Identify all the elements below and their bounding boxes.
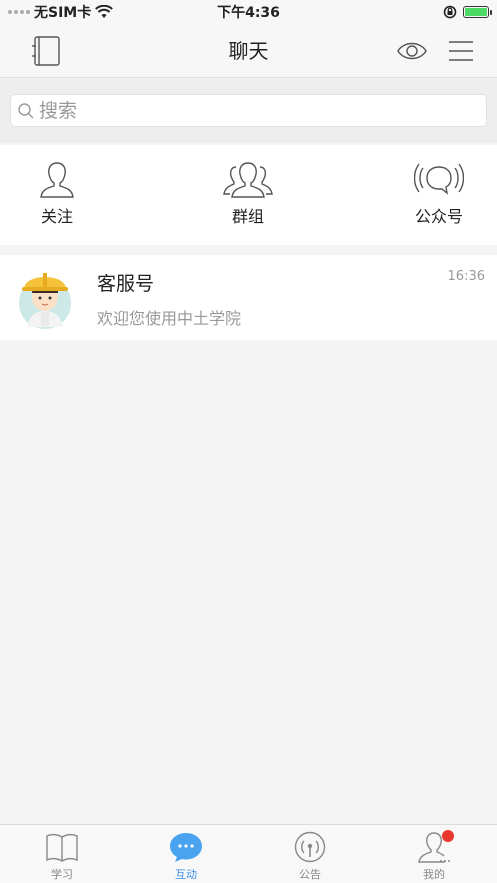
search-bar xyxy=(0,79,497,143)
chat-bubble-icon xyxy=(170,833,202,862)
notification-badge xyxy=(442,830,454,842)
official-accounts-button[interactable]: 公众号 xyxy=(394,159,484,227)
tab-mine[interactable]: 我的 xyxy=(399,830,469,882)
tab-interact-label: 互动 xyxy=(175,868,197,881)
status-time: 下午4:36 xyxy=(217,5,280,21)
tab-announcements-label: 公告 xyxy=(299,868,321,881)
battery-icon xyxy=(463,6,492,18)
broadcast-chat-icon xyxy=(414,163,464,195)
quick-actions: 关注 群组 公众号 xyxy=(0,145,497,245)
tab-study[interactable]: 学习 xyxy=(27,831,97,882)
book-icon xyxy=(46,833,78,862)
conversation-list: 客服号 欢迎您使用中土学院 16:36 xyxy=(0,255,497,340)
tab-interact[interactable]: 互动 xyxy=(151,831,221,882)
list-item[interactable]: 客服号 欢迎您使用中土学院 16:36 xyxy=(0,255,497,340)
groups-button[interactable]: 群组 xyxy=(203,159,293,227)
search-input[interactable] xyxy=(39,99,459,122)
tab-bar: 学习 互动 公告 我的 xyxy=(0,824,497,883)
tab-announcements[interactable]: 公告 xyxy=(275,831,345,882)
follow-label: 关注 xyxy=(40,207,73,226)
search-box[interactable] xyxy=(10,94,487,127)
group-icon xyxy=(223,162,273,198)
avatar xyxy=(19,273,71,329)
search-icon xyxy=(18,102,34,118)
person-icon xyxy=(40,162,74,198)
nav-bar: 聊天 xyxy=(0,24,497,78)
menu-icon[interactable] xyxy=(447,37,475,65)
tab-mine-label: 我的 xyxy=(423,868,445,881)
conversation-name: 客服号 xyxy=(97,273,155,295)
status-bar: 无SIM卡 下午4:36 xyxy=(0,0,497,24)
broadcast-icon xyxy=(294,831,326,863)
conversation-time: 16:36 xyxy=(447,269,485,284)
conversation-preview: 欢迎您使用中土学院 xyxy=(97,309,242,328)
tab-study-label: 学习 xyxy=(51,868,73,881)
eye-icon[interactable] xyxy=(396,38,428,64)
official-accounts-label: 公众号 xyxy=(414,207,463,226)
groups-label: 群组 xyxy=(231,207,264,226)
follow-button[interactable]: 关注 xyxy=(12,159,102,227)
